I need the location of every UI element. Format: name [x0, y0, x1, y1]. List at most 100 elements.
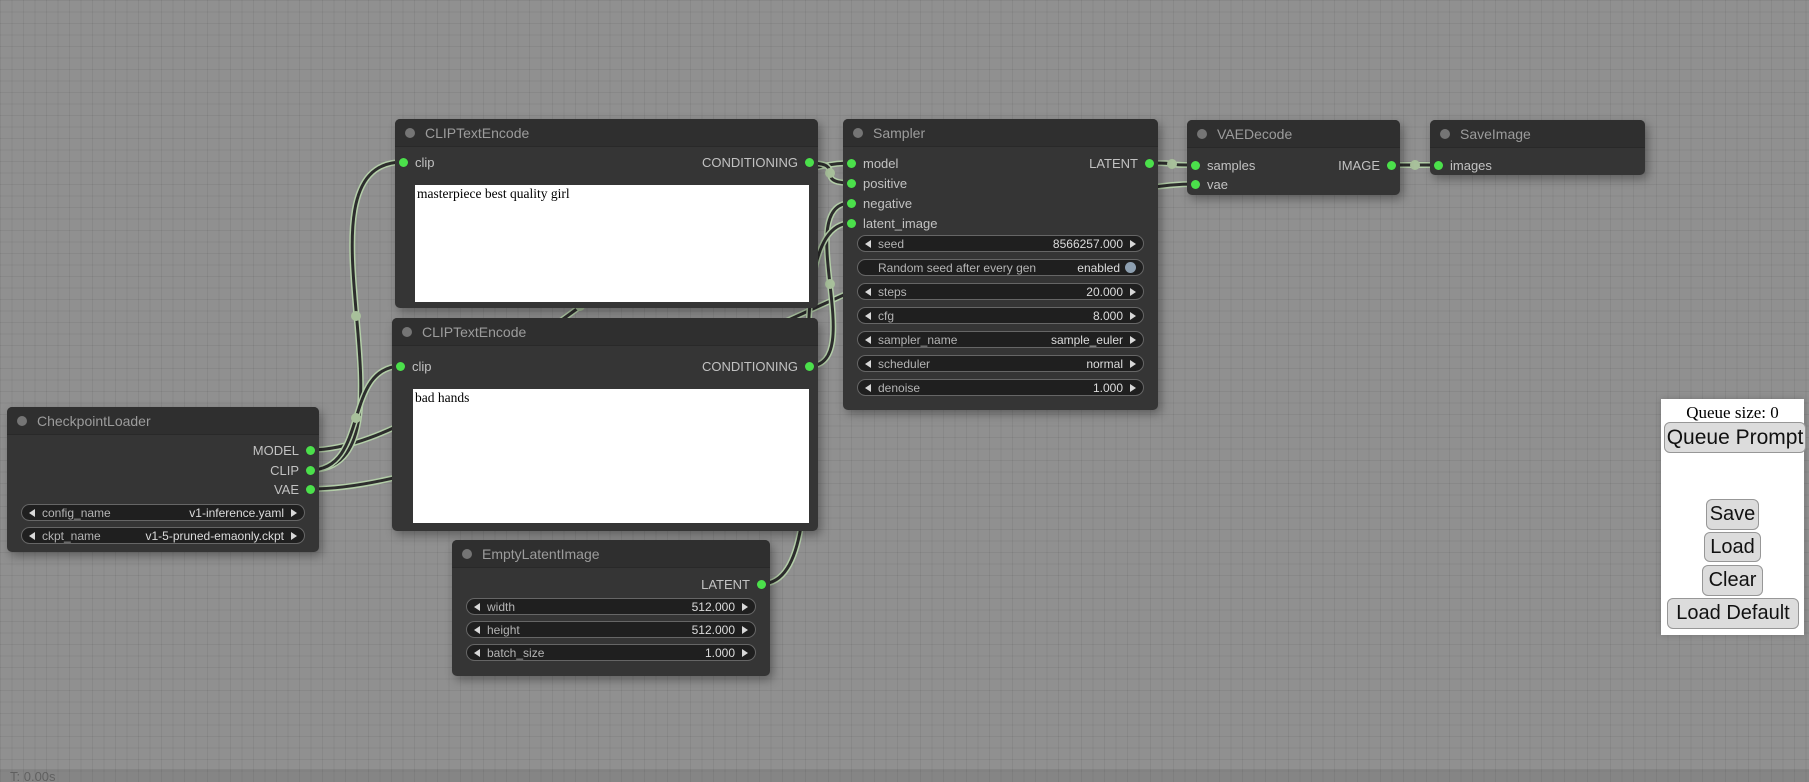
widget-width[interactable]: width 512.000 — [466, 598, 756, 615]
widget-scheduler[interactable]: scheduler normal — [857, 355, 1144, 372]
input-slot-icon[interactable] — [847, 219, 856, 228]
input-slot-samples[interactable]: samples — [1191, 157, 1255, 173]
input-slot-icon[interactable] — [1434, 161, 1443, 170]
input-slot-images[interactable]: images — [1434, 157, 1492, 173]
widget-sampler-name[interactable]: sampler_name sample_euler — [857, 331, 1144, 348]
decrement-arrow-icon[interactable] — [29, 532, 35, 540]
node-sampler[interactable]: Sampler model positive negative latent_i… — [843, 119, 1158, 410]
clear-button[interactable]: Clear — [1702, 565, 1763, 596]
increment-arrow-icon[interactable] — [1130, 360, 1136, 368]
increment-arrow-icon[interactable] — [291, 509, 297, 517]
input-slot-clip[interactable]: clip — [399, 154, 435, 170]
output-slot-icon[interactable] — [805, 362, 814, 371]
output-slot-icon[interactable] — [306, 466, 315, 475]
decrement-arrow-icon[interactable] — [865, 384, 871, 392]
increment-arrow-icon[interactable] — [1130, 384, 1136, 392]
widget-random-seed-toggle[interactable]: Random seed after every gen enabled — [857, 259, 1144, 276]
widget-denoise[interactable]: denoise 1.000 — [857, 379, 1144, 396]
output-slot-icon[interactable] — [757, 580, 766, 589]
input-slot-model[interactable]: model — [847, 155, 898, 171]
output-slot-conditioning[interactable]: CONDITIONING — [702, 154, 814, 170]
increment-arrow-icon[interactable] — [291, 532, 297, 540]
widget-batch-size[interactable]: batch_size 1.000 — [466, 644, 756, 661]
increment-arrow-icon[interactable] — [742, 626, 748, 634]
collapse-dot-icon[interactable] — [405, 128, 415, 138]
input-slot-clip[interactable]: clip — [396, 358, 432, 374]
input-slot-latent-image[interactable]: latent_image — [847, 215, 937, 231]
widget-name: batch_size — [487, 646, 544, 660]
node-vae-decode[interactable]: VAEDecode samples vae IMAGE — [1187, 120, 1400, 195]
output-slot-icon[interactable] — [805, 158, 814, 167]
output-slot-latent[interactable]: LATENT — [1089, 155, 1154, 171]
load-default-button[interactable]: Load Default — [1667, 598, 1799, 629]
collapse-dot-icon[interactable] — [17, 416, 27, 426]
increment-arrow-icon[interactable] — [1130, 240, 1136, 248]
widget-seed[interactable]: seed 8566257.000 — [857, 235, 1144, 252]
decrement-arrow-icon[interactable] — [865, 240, 871, 248]
output-slot-icon[interactable] — [306, 446, 315, 455]
node-title-bar[interactable]: CLIPTextEncode — [395, 119, 818, 147]
node-title-bar[interactable]: EmptyLatentImage — [452, 540, 770, 568]
output-slot-image[interactable]: IMAGE — [1338, 157, 1396, 173]
input-slot-vae[interactable]: vae — [1191, 176, 1228, 192]
decrement-arrow-icon[interactable] — [474, 626, 480, 634]
prompt-textarea[interactable]: bad hands — [413, 389, 809, 523]
node-clip-text-encode-positive[interactable]: CLIPTextEncode clip CONDITIONING masterp… — [395, 119, 818, 308]
prompt-textarea[interactable]: masterpiece best quality girl — [415, 185, 809, 302]
node-clip-text-encode-negative[interactable]: CLIPTextEncode clip CONDITIONING bad han… — [392, 318, 818, 531]
decrement-arrow-icon[interactable] — [865, 336, 871, 344]
input-slot-icon[interactable] — [847, 179, 856, 188]
toggle-icon[interactable] — [1125, 262, 1136, 273]
decrement-arrow-icon[interactable] — [474, 649, 480, 657]
node-title-bar[interactable]: CLIPTextEncode — [392, 318, 818, 346]
collapse-dot-icon[interactable] — [1440, 129, 1450, 139]
node-graph-canvas[interactable]: CheckpointLoader MODEL CLIP VAE config_n… — [0, 0, 1809, 782]
output-slot-icon[interactable] — [1145, 159, 1154, 168]
input-slot-icon[interactable] — [847, 199, 856, 208]
output-slot-icon[interactable] — [1387, 161, 1396, 170]
decrement-arrow-icon[interactable] — [474, 603, 480, 611]
node-save-image[interactable]: SaveImage images — [1430, 120, 1645, 175]
widget-height[interactable]: height 512.000 — [466, 621, 756, 638]
queue-prompt-button[interactable]: Queue Prompt — [1664, 422, 1806, 453]
node-checkpoint-loader[interactable]: CheckpointLoader MODEL CLIP VAE config_n… — [7, 407, 319, 552]
increment-arrow-icon[interactable] — [1130, 288, 1136, 296]
decrement-arrow-icon[interactable] — [865, 360, 871, 368]
node-title: EmptyLatentImage — [482, 546, 600, 562]
node-title-bar[interactable]: Sampler — [843, 119, 1158, 147]
increment-arrow-icon[interactable] — [742, 649, 748, 657]
input-slot-icon[interactable] — [1191, 161, 1200, 170]
input-slot-icon[interactable] — [399, 158, 408, 167]
collapse-dot-icon[interactable] — [462, 549, 472, 559]
increment-arrow-icon[interactable] — [742, 603, 748, 611]
input-slot-positive[interactable]: positive — [847, 175, 907, 191]
decrement-arrow-icon[interactable] — [29, 509, 35, 517]
output-slot-latent[interactable]: LATENT — [701, 576, 766, 592]
increment-arrow-icon[interactable] — [1130, 336, 1136, 344]
increment-arrow-icon[interactable] — [1130, 312, 1136, 320]
output-slot-model[interactable]: MODEL — [253, 442, 315, 458]
load-button[interactable]: Load — [1704, 532, 1761, 562]
input-slot-negative[interactable]: negative — [847, 195, 912, 211]
collapse-dot-icon[interactable] — [1197, 129, 1207, 139]
input-slot-icon[interactable] — [396, 362, 405, 371]
save-button[interactable]: Save — [1706, 499, 1759, 530]
output-slot-clip[interactable]: CLIP — [270, 462, 315, 478]
widget-steps[interactable]: steps 20.000 — [857, 283, 1144, 300]
collapse-dot-icon[interactable] — [853, 128, 863, 138]
input-slot-icon[interactable] — [1191, 180, 1200, 189]
output-slot-icon[interactable] — [306, 485, 315, 494]
output-slot-vae[interactable]: VAE — [274, 481, 315, 497]
output-slot-conditioning[interactable]: CONDITIONING — [702, 358, 814, 374]
widget-ckpt-name[interactable]: ckpt_name v1-5-pruned-emaonly.ckpt — [21, 527, 305, 544]
node-title-bar[interactable]: SaveImage — [1430, 120, 1645, 148]
input-slot-icon[interactable] — [847, 159, 856, 168]
collapse-dot-icon[interactable] — [402, 327, 412, 337]
decrement-arrow-icon[interactable] — [865, 312, 871, 320]
node-title-bar[interactable]: CheckpointLoader — [7, 407, 319, 435]
widget-cfg[interactable]: cfg 8.000 — [857, 307, 1144, 324]
widget-config-name[interactable]: config_name v1-inference.yaml — [21, 504, 305, 521]
node-title-bar[interactable]: VAEDecode — [1187, 120, 1400, 148]
node-empty-latent-image[interactable]: EmptyLatentImage LATENT width 512.000 he… — [452, 540, 770, 676]
decrement-arrow-icon[interactable] — [865, 288, 871, 296]
